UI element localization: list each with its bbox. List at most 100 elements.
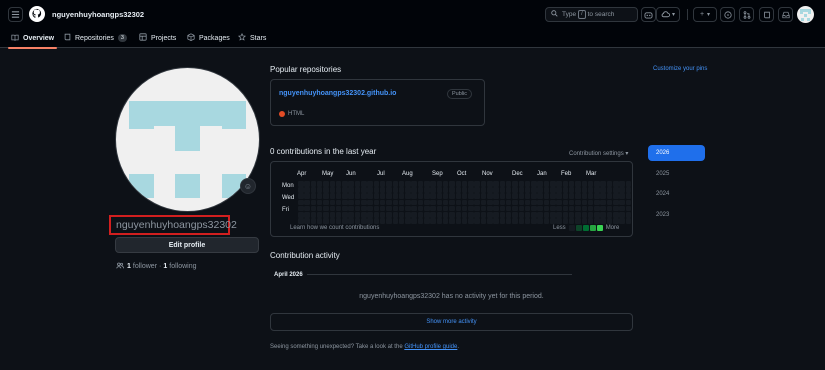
contribution-day[interactable] xyxy=(512,218,518,224)
contribution-day[interactable] xyxy=(417,193,424,199)
contribution-day[interactable] xyxy=(323,193,329,199)
contribution-day[interactable] xyxy=(323,199,329,206)
contribution-day[interactable] xyxy=(600,199,606,206)
contribution-day[interactable] xyxy=(373,193,380,199)
contribution-day[interactable] xyxy=(524,193,531,199)
contribution-day[interactable] xyxy=(430,181,436,187)
contribution-day[interactable] xyxy=(298,181,304,187)
contribution-day[interactable] xyxy=(367,181,373,187)
contribution-day[interactable] xyxy=(474,199,480,206)
contribution-day[interactable] xyxy=(398,181,405,187)
contribution-day[interactable] xyxy=(499,193,506,199)
contribution-day[interactable] xyxy=(430,205,436,212)
contribution-day[interactable] xyxy=(468,205,474,212)
contribution-day[interactable] xyxy=(310,205,317,212)
contribution-day[interactable] xyxy=(316,199,323,206)
contribution-day[interactable] xyxy=(613,199,619,206)
contribution-day[interactable] xyxy=(600,181,606,187)
contribution-day[interactable] xyxy=(550,218,556,224)
contribution-day[interactable] xyxy=(493,193,499,199)
copilot-icon[interactable] xyxy=(641,7,656,22)
contribution-day[interactable] xyxy=(606,181,613,187)
contribution-day[interactable] xyxy=(329,181,335,187)
edit-profile-button[interactable]: Edit profile xyxy=(115,237,259,253)
contribution-day[interactable] xyxy=(587,187,594,193)
contribution-day[interactable] xyxy=(543,212,550,218)
contribution-day[interactable] xyxy=(310,218,317,224)
contribution-day[interactable] xyxy=(342,205,348,212)
contribution-day[interactable] xyxy=(524,181,531,187)
contribution-day[interactable] xyxy=(594,205,600,212)
tab-stars[interactable]: Stars xyxy=(237,28,266,48)
contribution-day[interactable] xyxy=(411,205,417,212)
contribution-day[interactable] xyxy=(474,187,480,193)
contribution-day[interactable] xyxy=(505,181,512,187)
contribution-day[interactable] xyxy=(562,187,569,193)
contribution-day[interactable] xyxy=(398,205,405,212)
contribution-day[interactable] xyxy=(493,205,499,212)
contribution-day[interactable] xyxy=(342,212,348,218)
contribution-day[interactable] xyxy=(619,193,625,199)
contribution-day[interactable] xyxy=(480,212,487,218)
contribution-day[interactable] xyxy=(474,218,480,224)
contribution-day[interactable] xyxy=(568,218,575,224)
contribution-day[interactable] xyxy=(543,187,550,193)
menu-icon[interactable] xyxy=(8,7,23,22)
contribution-day[interactable] xyxy=(537,181,543,187)
contribution-day[interactable] xyxy=(619,218,625,224)
contribution-day[interactable] xyxy=(468,218,474,224)
contribution-day[interactable] xyxy=(468,199,474,206)
contribution-day[interactable] xyxy=(424,193,430,199)
contribution-day[interactable] xyxy=(455,212,461,218)
contribution-day[interactable] xyxy=(524,212,531,218)
contribution-day[interactable] xyxy=(613,193,619,199)
contribution-day[interactable] xyxy=(587,205,594,212)
contribution-day[interactable] xyxy=(398,199,405,206)
contribution-day[interactable] xyxy=(405,212,411,218)
contribution-day[interactable] xyxy=(556,199,562,206)
contribution-day[interactable] xyxy=(613,212,619,218)
contribution-day[interactable] xyxy=(487,212,493,218)
contribution-day[interactable] xyxy=(587,199,594,206)
contribution-day[interactable] xyxy=(304,193,310,199)
github-logo-icon[interactable] xyxy=(29,6,45,22)
contribution-day[interactable] xyxy=(392,218,398,224)
contribution-day[interactable] xyxy=(455,205,461,212)
contribution-day[interactable] xyxy=(323,205,329,212)
contribution-day[interactable] xyxy=(335,193,342,199)
contribution-day[interactable] xyxy=(304,187,310,193)
contribution-day[interactable] xyxy=(550,181,556,187)
contribution-day[interactable] xyxy=(606,193,613,199)
inbox-icon[interactable] xyxy=(778,7,793,22)
search-input[interactable]: Type / to search xyxy=(545,7,638,22)
contribution-day[interactable] xyxy=(625,212,632,218)
contribution-day[interactable] xyxy=(348,187,354,193)
contribution-day[interactable] xyxy=(594,193,600,199)
contribution-day[interactable] xyxy=(575,218,581,224)
contribution-day[interactable] xyxy=(449,193,455,199)
contribution-day[interactable] xyxy=(323,181,329,187)
contribution-day[interactable] xyxy=(537,218,543,224)
customize-pins-link[interactable]: Customize your pins xyxy=(653,66,707,72)
contribution-day[interactable] xyxy=(449,218,455,224)
contribution-day[interactable] xyxy=(354,181,361,187)
contribution-day[interactable] xyxy=(354,212,361,218)
contribution-day[interactable] xyxy=(405,199,411,206)
contribution-day[interactable] xyxy=(480,199,487,206)
contribution-day[interactable] xyxy=(361,187,367,193)
contribution-day[interactable] xyxy=(373,187,380,193)
contribution-day[interactable] xyxy=(373,199,380,206)
contribution-day[interactable] xyxy=(298,193,304,199)
contribution-day[interactable] xyxy=(493,181,499,187)
contribution-day[interactable] xyxy=(361,218,367,224)
contribution-day[interactable] xyxy=(468,212,474,218)
contribution-day[interactable] xyxy=(342,193,348,199)
contribution-day[interactable] xyxy=(581,199,587,206)
contribution-day[interactable] xyxy=(298,218,304,224)
contribution-day[interactable] xyxy=(329,187,335,193)
contribution-day[interactable] xyxy=(512,205,518,212)
contribution-day[interactable] xyxy=(316,181,323,187)
contribution-day[interactable] xyxy=(379,212,386,218)
contribution-day[interactable] xyxy=(417,205,424,212)
contribution-day[interactable] xyxy=(367,218,373,224)
